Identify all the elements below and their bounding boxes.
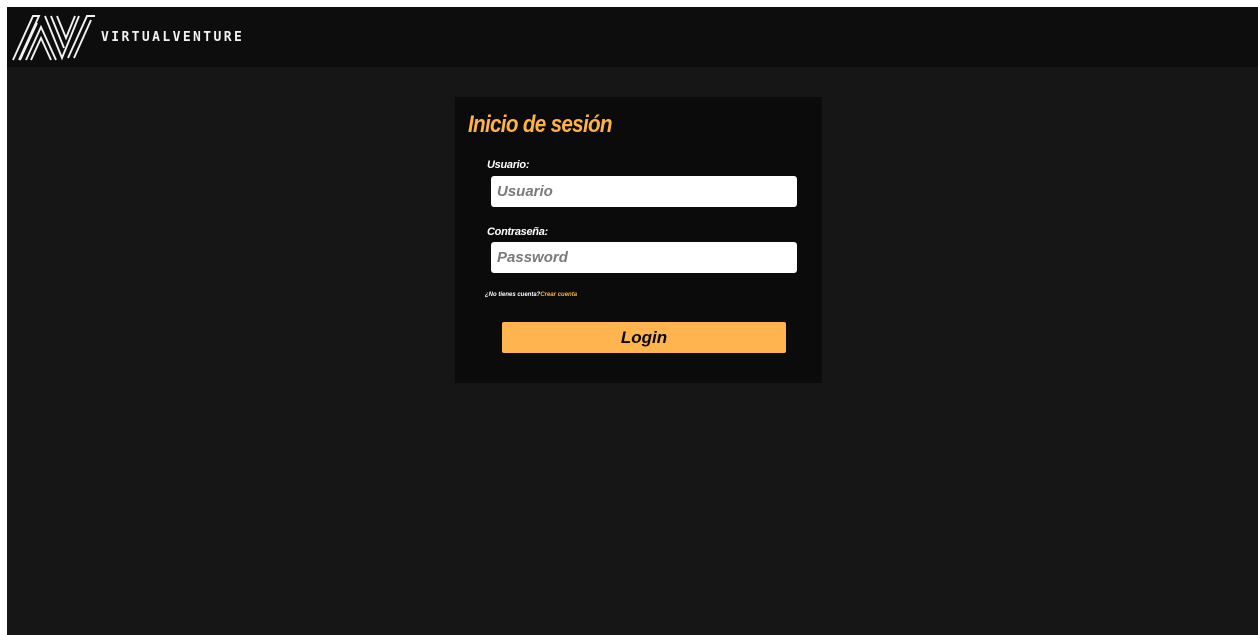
register-prompt-line: ¿No tienes cuenta?Crear cuenta bbox=[485, 292, 577, 298]
top-navbar: VIRTUALVENTURE bbox=[7, 7, 1258, 67]
login-card: Inicio de sesión Usuario: Contraseña: ¿N… bbox=[455, 97, 822, 383]
login-button[interactable]: Login bbox=[502, 322, 786, 353]
username-label: Usuario: bbox=[487, 159, 530, 171]
password-label: Contraseña: bbox=[487, 226, 548, 238]
brand-home-link[interactable]: VIRTUALVENTURE bbox=[11, 11, 244, 63]
login-title: Inicio de sesión bbox=[468, 111, 613, 138]
brand-name: VIRTUALVENTURE bbox=[101, 29, 245, 45]
page-background: VIRTUALVENTURE Inicio de sesión Usuario:… bbox=[7, 7, 1258, 635]
av-logo-icon bbox=[12, 15, 95, 61]
register-question: ¿No tienes cuenta? bbox=[485, 292, 541, 298]
password-input[interactable] bbox=[491, 242, 797, 273]
username-input[interactable] bbox=[491, 176, 797, 207]
create-account-link[interactable]: Crear cuenta bbox=[540, 292, 577, 298]
